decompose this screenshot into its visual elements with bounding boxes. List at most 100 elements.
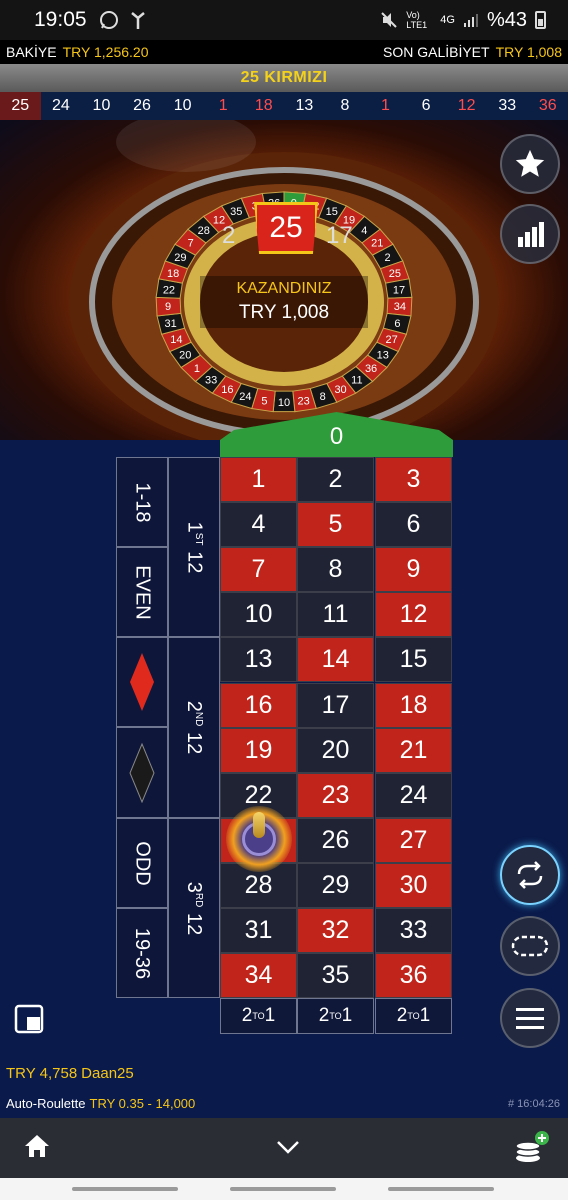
history-item: 1 bbox=[218, 97, 228, 114]
wheel-pocket-number: 24 bbox=[239, 391, 251, 403]
status-right: Vo) LTE1 4G %43 bbox=[380, 9, 546, 32]
bet-red[interactable] bbox=[116, 637, 168, 727]
table-info: Auto-Roulette TRY 0.35 - 14,000 bbox=[6, 1096, 195, 1111]
last-win-value: TRY 1,008 bbox=[495, 44, 562, 60]
wheel-pocket-number: 13 bbox=[377, 349, 389, 361]
wheel-pocket-number: 1 bbox=[194, 363, 200, 375]
bet-spot-number[interactable]: 17 bbox=[297, 682, 374, 728]
bet-odd[interactable]: ODD bbox=[116, 818, 168, 908]
bet-black[interactable] bbox=[116, 727, 168, 818]
wheel-pocket-number: 27 bbox=[386, 334, 398, 346]
bet-column-3[interactable]: 2 TO 1 bbox=[375, 998, 452, 1034]
dolly-icon bbox=[253, 812, 265, 838]
bet-spot-number[interactable]: 4 bbox=[220, 502, 297, 548]
wheel-pocket-number: 34 bbox=[394, 301, 406, 313]
bet-spot-number[interactable]: 18 bbox=[375, 682, 452, 728]
bet-19-36-label: 19-36 bbox=[131, 927, 154, 979]
wheel-pocket-number: 22 bbox=[163, 284, 175, 296]
bet-spot-number[interactable]: 14 bbox=[297, 637, 374, 683]
repeat-bet-button[interactable] bbox=[500, 845, 560, 905]
bet-spot-number[interactable]: 21 bbox=[375, 727, 452, 773]
last-win-group: SON GALİBİYET TRY 1,008 bbox=[383, 44, 562, 60]
bet-spot-number[interactable]: 1 bbox=[220, 457, 297, 502]
carrier-label: Vo) LTE1 bbox=[406, 10, 428, 30]
bet-spot-number[interactable]: 19 bbox=[220, 727, 297, 773]
bet-spot-number[interactable]: 2 bbox=[297, 457, 374, 502]
collapse-button[interactable] bbox=[276, 1140, 300, 1159]
bet-spot-number[interactable]: 24 bbox=[375, 772, 452, 818]
gesture-bar bbox=[0, 1178, 568, 1200]
wheel-pocket-number: 16 bbox=[221, 384, 233, 396]
battery-icon bbox=[535, 11, 546, 29]
hamburger-icon bbox=[516, 1008, 544, 1029]
favourites-button[interactable] bbox=[500, 134, 560, 194]
menu-button[interactable] bbox=[500, 988, 560, 1048]
bet-spot-number[interactable]: 27 bbox=[375, 817, 452, 863]
stake-info: TRY 4,758 Daan25 bbox=[6, 1065, 134, 1082]
bet-spot-number[interactable]: 30 bbox=[375, 862, 452, 908]
bet-dozen-1[interactable]: 1ST 12 bbox=[168, 457, 220, 637]
bet-spot-number[interactable]: 13 bbox=[220, 637, 297, 683]
dozen-3-label: 3RD 12 bbox=[183, 881, 206, 935]
history-item: 12 bbox=[457, 97, 476, 114]
wheel-pocket-number: 25 bbox=[389, 268, 401, 280]
bet-spot-number[interactable]: 6 bbox=[375, 502, 452, 548]
bet-19-36[interactable]: 19-36 bbox=[116, 908, 168, 998]
status-time: 19:05 bbox=[34, 8, 87, 31]
bet-spot-number[interactable]: 31 bbox=[220, 908, 297, 953]
bet-even[interactable]: EVEN bbox=[116, 547, 168, 637]
bet-spot-number[interactable]: 3 bbox=[375, 457, 452, 502]
bet-dozen-2[interactable]: 2ND 12 bbox=[168, 637, 220, 818]
wheel-pocket-number: 35 bbox=[230, 206, 242, 218]
bet-spot-number[interactable]: 12 bbox=[375, 592, 452, 638]
bet-dozen-3[interactable]: 3RD 12 bbox=[168, 818, 220, 998]
bet-spot-number[interactable]: 10 bbox=[220, 592, 297, 638]
win-message: KAZANDINIZ TRY 1,008 bbox=[200, 276, 368, 328]
bar-chart-icon bbox=[518, 222, 544, 247]
bet-spot-number[interactable]: 9 bbox=[375, 547, 452, 593]
racetrack-button[interactable] bbox=[500, 916, 560, 976]
bet-spot-number[interactable]: 34 bbox=[220, 953, 297, 999]
dozen-1-label: 1ST 12 bbox=[183, 521, 206, 573]
table-name: Auto-Roulette bbox=[6, 1096, 86, 1111]
status-bar: 19:05 Vo) LTE1 4G %43 bbox=[0, 0, 568, 40]
history-item: 26 bbox=[133, 97, 151, 114]
signal-icon bbox=[463, 14, 478, 27]
win-label: KAZANDINIZ bbox=[236, 280, 332, 297]
bet-spot-number[interactable]: 35 bbox=[297, 953, 374, 999]
bet-spot-number[interactable]: 16 bbox=[220, 682, 297, 728]
bet-spot-number[interactable]: 36 bbox=[375, 953, 452, 999]
wheel-pocket-number: 23 bbox=[297, 395, 309, 407]
repeat-icon bbox=[517, 861, 543, 889]
bet-spot-number[interactable]: 33 bbox=[375, 908, 452, 953]
bet-spot-number[interactable]: 32 bbox=[297, 908, 374, 953]
bet-column-1[interactable]: 2 TO 1 bbox=[220, 998, 297, 1034]
history-item: 10 bbox=[92, 97, 111, 114]
bet-spot-number[interactable]: 26 bbox=[297, 817, 374, 863]
bet-spot-number[interactable]: 11 bbox=[297, 592, 374, 638]
history-item: 1 bbox=[381, 97, 390, 114]
username: Daan25 bbox=[81, 1065, 134, 1082]
statistics-button[interactable] bbox=[500, 204, 560, 264]
balance-group: BAKİYE TRY 1,256.20 bbox=[6, 44, 148, 60]
bet-spot-number[interactable]: 8 bbox=[297, 547, 374, 593]
wheel-pocket-number: 15 bbox=[326, 206, 338, 218]
bet-column-2[interactable]: 2 TO 1 bbox=[297, 998, 374, 1034]
bet-spot-number[interactable]: 20 bbox=[297, 727, 374, 773]
chevron-down-icon bbox=[277, 1141, 299, 1154]
bet-1-18[interactable]: 1-18 bbox=[116, 457, 168, 547]
home-button[interactable] bbox=[24, 1134, 50, 1163]
battery-percent: %43 bbox=[486, 8, 527, 31]
deposit-button[interactable] bbox=[514, 1130, 550, 1171]
bet-spot-number[interactable]: 15 bbox=[375, 637, 452, 683]
results-history[interactable]: 25 24 10 26 10 1 18 13 8 1 6 12 33 36 bbox=[0, 92, 568, 120]
bet-spot-number[interactable]: 7 bbox=[220, 547, 297, 593]
bet-odd-label: ODD bbox=[131, 840, 154, 886]
bet-spot-number[interactable]: 23 bbox=[297, 772, 374, 818]
bet-1-18-label: 1-18 bbox=[131, 481, 154, 523]
racetrack-icon bbox=[511, 935, 549, 957]
picture-in-picture-button[interactable] bbox=[14, 1004, 46, 1036]
bet-spot-number[interactable]: 5 bbox=[297, 502, 374, 548]
bet-spot-number[interactable]: 29 bbox=[297, 862, 374, 908]
wheel-pocket-number: 10 bbox=[278, 397, 290, 409]
